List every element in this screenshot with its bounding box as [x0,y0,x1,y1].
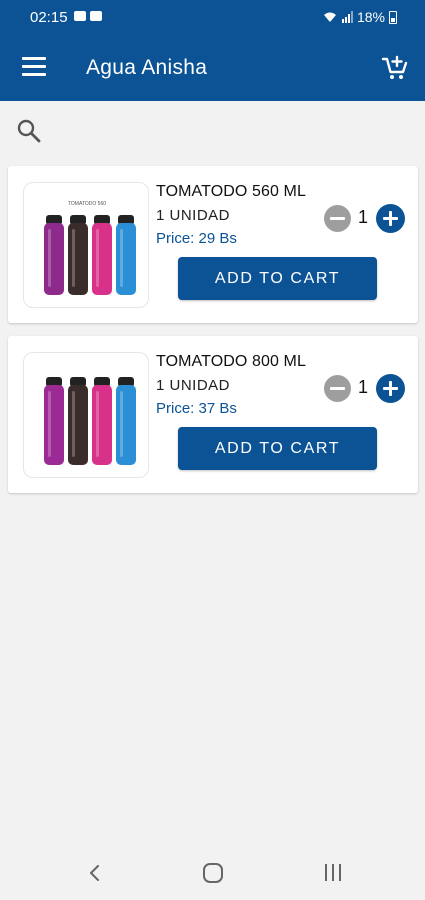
bottle-highlight [48,229,51,287]
bottle [116,385,136,465]
bottle [44,385,64,465]
bottles-image [44,377,136,465]
bottle [116,223,136,295]
product-card: TOMATODO 800 ML 1 UNIDAD Price: 37 Bs 1 … [8,336,418,493]
decrease-quantity-button[interactable] [324,205,351,232]
battery-icon [389,10,397,24]
recents-icon[interactable] [323,864,343,882]
product-name: TOMATODO 800 ML [156,353,306,370]
search-icon[interactable] [16,118,42,144]
decrease-quantity-button[interactable] [324,375,351,402]
message-icon [74,11,86,21]
add-shopping-cart-icon[interactable] [381,54,409,82]
status-time: 02:15 [30,9,68,26]
app-title: Agua Anisha [86,56,208,79]
bottle-highlight [96,229,99,287]
increase-quantity-button[interactable] [376,374,405,403]
back-icon[interactable] [87,865,103,881]
status-bar: 02:15 18% [0,0,425,34]
bottle [68,385,88,465]
product-price: Price: 37 Bs [156,400,237,417]
bottles-image: TOMATODO 560 [44,201,136,295]
product-image [23,352,149,478]
bottle-highlight [72,391,75,457]
bottle-highlight [72,229,75,287]
bottle [68,223,88,295]
product-unit: 1 UNIDAD [156,377,231,394]
increase-quantity-button[interactable] [376,204,405,233]
product-card: TOMATODO 560 TOMATODO 560 ML 1 UNIDAD Pr… [8,166,418,323]
svg-text:TOMATODO 560: TOMATODO 560 [68,201,106,207]
bottle-highlight [120,391,123,457]
bottle [92,385,112,465]
product-unit: 1 UNIDAD [156,207,231,224]
battery-percent: 18% [356,9,385,25]
menu-icon[interactable] [22,57,46,77]
status-indicators: 18% [323,9,397,25]
add-to-cart-button[interactable]: ADD TO CART [178,427,377,470]
notification-icons [74,11,102,21]
app-bar: Agua Anisha [0,34,425,101]
product-name: TOMATODO 560 ML [156,183,306,200]
bottle-highlight [48,391,51,457]
product-image: TOMATODO 560 [23,182,149,308]
bottle [44,223,64,295]
quantity-value: 1 [358,377,369,397]
wifi-icon [323,12,336,22]
bottle-highlight [96,391,99,457]
image-icon [90,11,102,21]
quantity-value: 1 [358,207,369,227]
bottle [92,223,112,295]
signal-icon [341,11,353,23]
product-price: Price: 29 Bs [156,230,237,247]
add-to-cart-button[interactable]: ADD TO CART [178,257,377,300]
bottle-highlight [120,229,123,287]
system-nav-bar [0,845,425,900]
home-icon[interactable] [203,863,223,883]
